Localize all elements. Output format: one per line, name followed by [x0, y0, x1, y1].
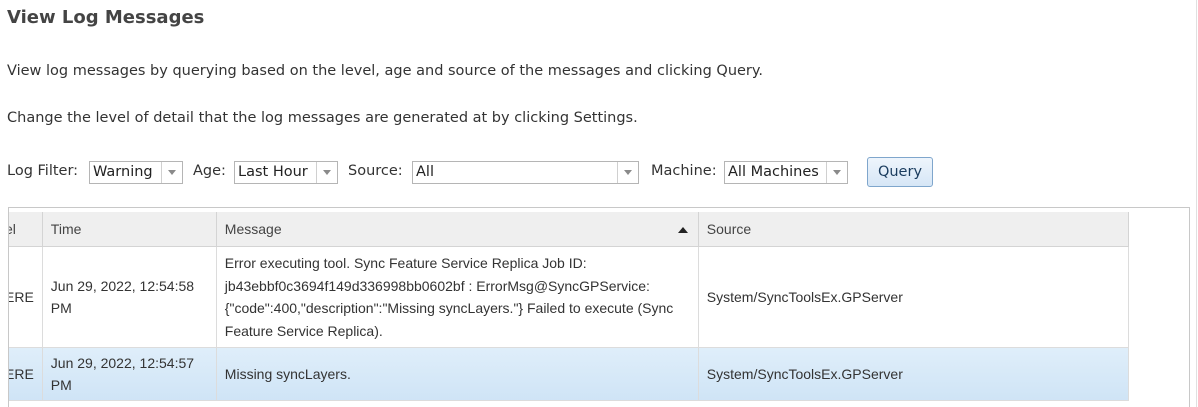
cell-source: System/SyncToolsEx.GPServer — [698, 246, 1129, 348]
table-header-row: el Time Message Source — [9, 212, 1129, 247]
column-header-message[interactable]: Message — [216, 212, 699, 247]
cell-message: Error executing tool. Sync Feature Servi… — [216, 246, 699, 348]
chevron-down-icon[interactable] — [617, 162, 638, 183]
source-label: Source: — [348, 163, 403, 179]
source-value: All — [416, 164, 434, 180]
settings-description: Change the level of detail that the log … — [7, 110, 638, 126]
age-label: Age: — [193, 163, 226, 179]
column-header-level[interactable]: el — [9, 212, 43, 247]
log-table: el Time Message Source ERE Jun 29, 2022,… — [9, 212, 1129, 401]
query-button[interactable]: Query — [867, 157, 933, 187]
page-right-border — [1196, 0, 1197, 407]
cell-level: ERE — [9, 347, 43, 401]
table-row[interactable]: ERE Jun 29, 2022, 12:54:58 PM Error exec… — [9, 246, 1129, 348]
age-value: Last Hour — [238, 164, 308, 180]
machine-label: Machine: — [651, 163, 717, 179]
source-select[interactable]: All — [412, 161, 639, 184]
cell-time: Jun 29, 2022, 12:54:58 PM — [42, 246, 217, 348]
cell-time: Jun 29, 2022, 12:54:57 PM — [42, 347, 217, 401]
age-select[interactable]: Last Hour — [234, 161, 338, 184]
table-row-selected[interactable]: ERE Jun 29, 2022, 12:54:57 PM Missing sy… — [9, 347, 1129, 401]
filter-bar: Log Filter: Warning Age: Last Hour Sourc… — [7, 157, 1187, 189]
cell-level: ERE — [9, 246, 43, 348]
column-header-source[interactable]: Source — [698, 212, 1129, 247]
log-filter-select[interactable]: Warning — [89, 161, 183, 184]
chevron-down-icon[interactable] — [826, 162, 847, 183]
machine-value: All Machines — [728, 164, 819, 180]
page-title: View Log Messages — [7, 7, 205, 28]
log-messages-grid: el Time Message Source ERE Jun 29, 2022,… — [8, 207, 1190, 407]
cell-source: System/SyncToolsEx.GPServer — [698, 347, 1129, 401]
column-header-message-label: Message — [224, 221, 282, 237]
log-filter-label: Log Filter: — [7, 163, 79, 179]
chevron-down-icon[interactable] — [161, 162, 182, 183]
page-description: View log messages by querying based on t… — [7, 63, 764, 79]
cell-message: Missing syncLayers. — [216, 347, 699, 401]
machine-select[interactable]: All Machines — [724, 161, 848, 184]
log-filter-value: Warning — [93, 164, 153, 180]
chevron-down-icon[interactable] — [316, 162, 337, 183]
column-header-time[interactable]: Time — [42, 212, 217, 247]
sort-ascending-icon — [677, 227, 688, 233]
